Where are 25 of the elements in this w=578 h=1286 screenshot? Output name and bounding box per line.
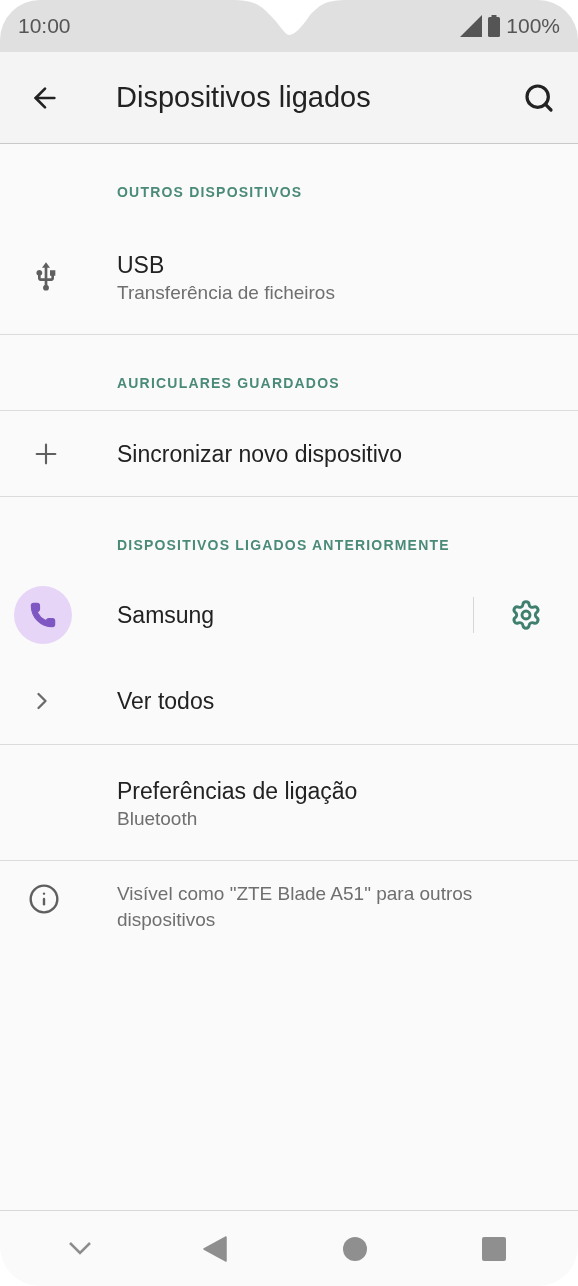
status-time: 10:00 [18,13,71,40]
item-title: Samsung [117,601,216,630]
list-item[interactable]: Preferências de ligação Bluetooth [0,745,578,861]
list-item[interactable]: Ver todos [0,657,578,745]
list-item[interactable]: USB Transferência de ficheiros [0,220,578,335]
page-title: Dispositivos ligados [116,79,372,115]
section-header: OUTROS DISPOSITIVOS [117,184,304,200]
search-icon [523,81,555,114]
item-subtitle: Transferência de ficheiros [117,281,336,305]
list-item[interactable]: Samsung [0,573,578,657]
info-icon [28,883,60,915]
item-title: Preferências de ligação [117,776,359,806]
visibility-note: Visível como "ZTE Blade A51" para outros dispositivos [117,882,474,932]
settings-icon [510,599,542,631]
chevron-down-icon [68,1242,91,1255]
item-title: Ver todos [117,686,216,716]
battery-icon [488,15,501,37]
list-item[interactable]: Sincronizar novo dispositivo [0,411,578,497]
section-header: AURICULARES GUARDADOS [117,375,341,391]
item-subtitle: Bluetooth [117,806,199,831]
item-title: Sincronizar novo dispositivo [117,439,404,469]
section-header: DISPOSITIVOS LIGADOS ANTERIORMENTE [117,537,451,553]
signal-icon [460,15,483,37]
item-title: USB [117,251,166,280]
battery-level: 100% [506,13,560,40]
